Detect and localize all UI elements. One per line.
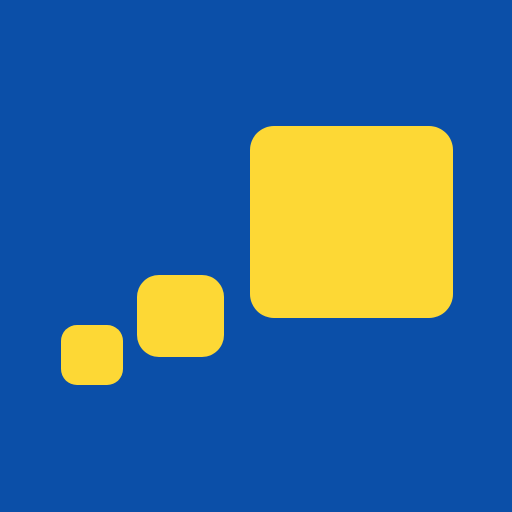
- small-square-mark: [61, 325, 123, 385]
- app-logo: [0, 0, 512, 512]
- medium-square-mark: [137, 275, 224, 357]
- large-square-mark: [250, 126, 453, 318]
